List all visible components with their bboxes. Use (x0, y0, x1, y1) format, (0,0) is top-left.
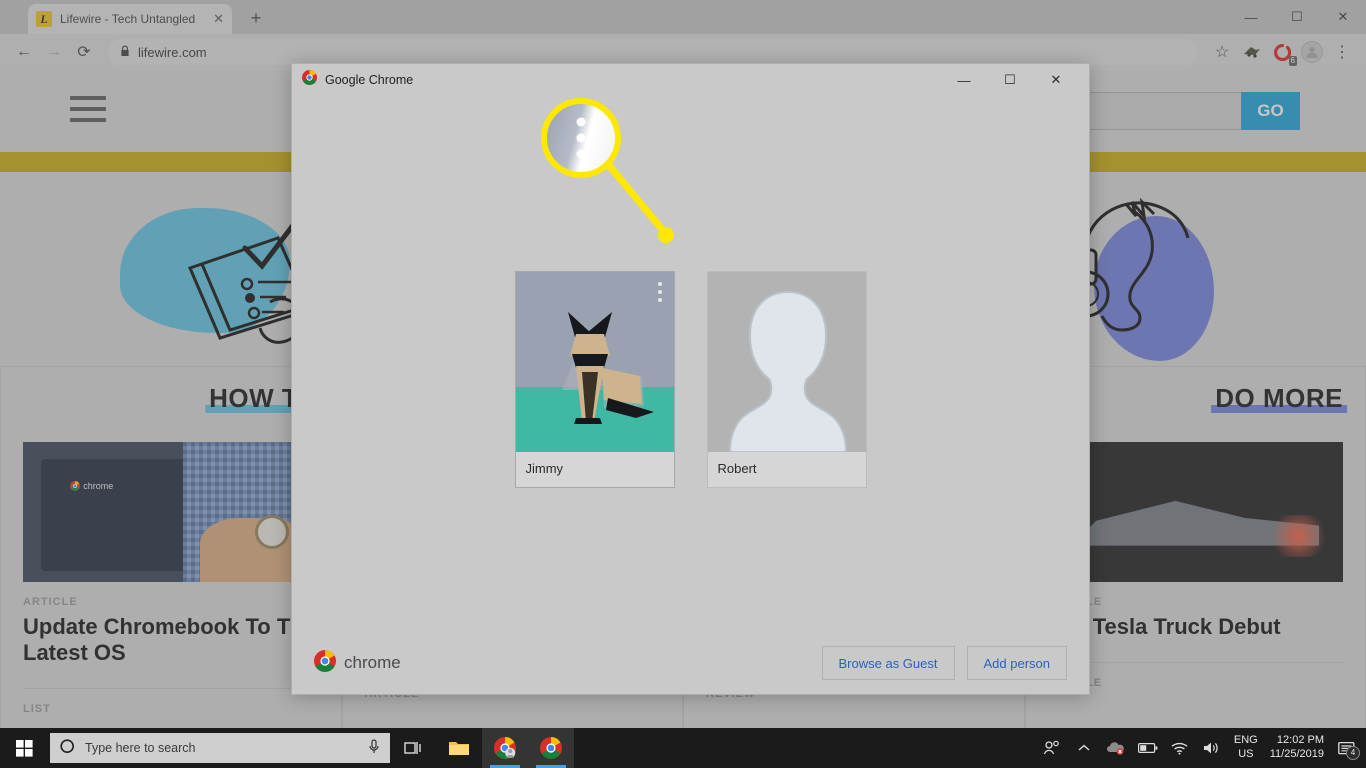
browse-as-guest-button[interactable]: Browse as Guest (821, 646, 955, 680)
dialog-title: Google Chrome (325, 73, 414, 87)
add-person-button[interactable]: Add person (966, 646, 1067, 680)
dialog-title-bar: Google Chrome — ☐ ✕ (292, 64, 1089, 96)
battery-icon[interactable] (1137, 742, 1158, 754)
search-placeholder: Type here to search (85, 741, 196, 755)
wifi-icon[interactable] (1170, 742, 1190, 755)
dialog-footer: chrome Browse as Guest Add person (292, 632, 1089, 694)
profile-avatar-image (515, 272, 674, 452)
minimize-icon[interactable]: — (941, 64, 987, 96)
start-button[interactable] (0, 728, 48, 768)
language-indicator[interactable]: ENG US (1234, 734, 1258, 762)
notification-center-icon[interactable]: 4 (1336, 741, 1360, 760)
profile-name: Jimmy (515, 452, 674, 487)
task-view-button[interactable] (390, 728, 436, 768)
dialog-window-controls: — ☐ ✕ (941, 64, 1079, 96)
chrome-taskbar-icon[interactable] (528, 728, 574, 768)
file-explorer-icon[interactable] (436, 728, 482, 768)
profile-name: Robert (707, 452, 866, 487)
chrome-profile-taskbar-icon[interactable] (482, 728, 528, 768)
profile-card-jimmy[interactable]: Jimmy (514, 271, 675, 488)
close-icon[interactable]: ✕ (1033, 64, 1079, 96)
profile-avatar-image (707, 272, 866, 452)
chrome-logo-icon (302, 70, 317, 90)
dialog-body: Jimmy Robert (292, 96, 1089, 632)
onedrive-error-icon[interactable] (1106, 741, 1126, 755)
people-icon[interactable] (1042, 740, 1062, 756)
show-hidden-icons-chevron-up-icon[interactable] (1074, 744, 1094, 752)
microphone-icon[interactable] (368, 739, 380, 757)
search-input[interactable]: Type here to search (50, 733, 390, 763)
notification-badge: 4 (1346, 745, 1360, 760)
profile-menu-icon[interactable] (653, 279, 667, 305)
profile-card-robert[interactable]: Robert (706, 271, 867, 488)
taskbar: Type here to search ENG US 12:02 PM 11/2… (0, 728, 1366, 768)
clock[interactable]: 12:02 PM 11/25/2019 (1270, 734, 1324, 762)
screen: L Lifewire - Tech Untangled ✕ + — ☐ ✕ ← … (0, 0, 1366, 768)
system-tray: ENG US 12:02 PM 11/25/2019 4 (1042, 734, 1366, 762)
search-icon (60, 739, 75, 757)
chrome-wordmark-text: chrome (344, 653, 401, 672)
profile-list: Jimmy Robert (292, 271, 1089, 488)
maximize-icon[interactable]: ☐ (987, 64, 1033, 96)
chrome-wordmark: chrome (314, 649, 810, 677)
volume-icon[interactable] (1202, 741, 1222, 755)
chrome-logo-icon (314, 649, 336, 677)
profile-picker-dialog: Google Chrome — ☐ ✕ Jimmy Robert chrome … (291, 63, 1090, 695)
